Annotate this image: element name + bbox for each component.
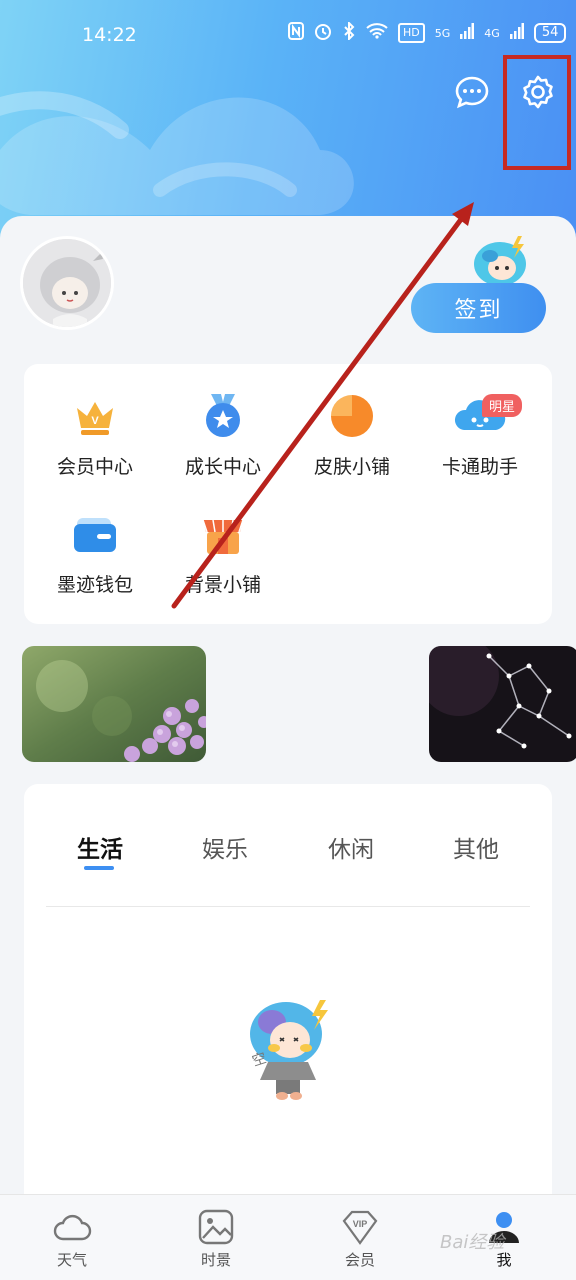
signin-button[interactable]: 签到 [411, 283, 546, 333]
avatar[interactable] [20, 236, 114, 330]
shop-icon [197, 508, 249, 560]
service-label: 背景小铺 [184, 574, 261, 596]
image-icon [198, 1209, 234, 1245]
tabs-divider [46, 906, 530, 907]
nav-label: 天气 [56, 1251, 87, 1269]
nav-scenery[interactable]: 时景 [166, 1195, 266, 1280]
banner-constellation[interactable] [429, 646, 576, 762]
banner-flower[interactable] [22, 646, 206, 762]
tab-leisure[interactable]: 休闲 [311, 830, 391, 864]
wifi-icon [366, 23, 388, 43]
crown-icon: V [69, 390, 121, 442]
nav-label: 时景 [200, 1251, 231, 1269]
hd-label: HD [398, 23, 425, 43]
active-tab-indicator [84, 866, 114, 870]
nav-vip[interactable]: VIP 会员 [310, 1195, 410, 1280]
star-badge: 明星 [482, 394, 523, 417]
highlight-box [503, 55, 571, 170]
signal-icon-1 [460, 23, 475, 43]
service-label: 皮肤小铺 [313, 456, 390, 478]
tab-life[interactable]: 生活 [60, 830, 140, 864]
constellation-image [429, 646, 576, 762]
service-wallet[interactable]: 墨迹钱包 [29, 482, 161, 596]
empty-state-mascot: 空 [250, 1000, 328, 1100]
service-background-shop[interactable]: 背景小铺 [157, 482, 289, 596]
status-time: 14:22 [82, 24, 137, 46]
tab-entertainment[interactable]: 娱乐 [185, 830, 265, 864]
status-icons: HD 5G 4G 54 [288, 20, 567, 44]
alarm-icon [314, 22, 332, 44]
service-growth-center[interactable]: 成长中心 [157, 364, 289, 478]
service-label: 卡通助手 [441, 456, 518, 478]
nfc-icon [288, 22, 304, 44]
battery-indicator: 54 [533, 23, 567, 43]
status-bar: 14:22 HD 5G 4G 54 [0, 20, 576, 52]
vip-icon: VIP [342, 1210, 378, 1245]
watermark: Bai经验 [440, 1232, 505, 1253]
flower-image [22, 646, 206, 762]
service-cartoon-assistant[interactable]: 卡通助手 [414, 364, 546, 478]
wallet-icon [69, 508, 121, 560]
signal-icon-2 [509, 23, 524, 43]
service-label: 会员中心 [56, 456, 133, 478]
svg-text:V: V [91, 415, 99, 427]
skin-pie-icon [326, 390, 378, 442]
service-member-center[interactable]: V 会员中心 [29, 364, 161, 478]
svg-text:VIP: VIP [353, 1219, 368, 1229]
nav-label: 会员 [344, 1251, 375, 1269]
message-button[interactable] [450, 70, 494, 114]
chat-bubble-icon [455, 76, 489, 109]
tab-other[interactable]: 其他 [436, 830, 516, 864]
service-skin-shop[interactable]: 皮肤小铺 [286, 364, 418, 478]
cloud-icon [53, 1214, 92, 1241]
medal-icon [197, 390, 249, 442]
service-label: 墨迹钱包 [56, 574, 133, 596]
5g-label: 5G [434, 26, 451, 40]
nav-weather[interactable]: 天气 [22, 1195, 122, 1280]
mascot-icon [474, 236, 526, 286]
service-label: 成长中心 [184, 456, 261, 478]
cloud-decoration [0, 91, 354, 215]
bluetooth-icon [342, 20, 356, 44]
4g-label: 4G [484, 26, 500, 40]
